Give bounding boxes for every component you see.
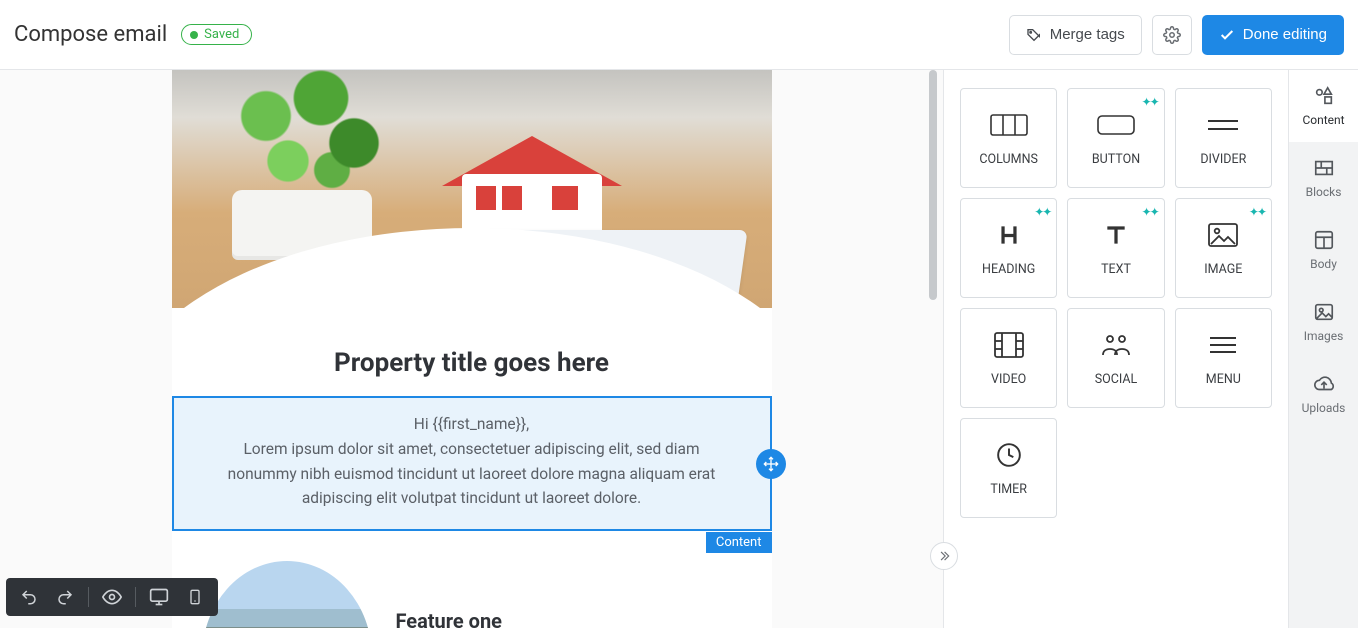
text-icon [1103,220,1129,250]
toolbar-separator [88,587,89,607]
block-social[interactable]: SOCIAL [1067,308,1164,408]
desktop-view-button[interactable] [146,584,172,610]
block-video[interactable]: VIDEO [960,308,1057,408]
ai-sparkle-icon: ✦✦ [1034,205,1050,219]
block-timer[interactable]: TIMER [960,418,1057,518]
block-label: DIVIDER [1200,152,1246,167]
block-divider[interactable]: DIVIDER [1175,88,1272,188]
saved-status-badge: Saved [181,24,252,45]
tab-uploads[interactable]: Uploads [1289,358,1358,430]
page-title: Compose email [14,22,167,47]
email-body[interactable]: Property title goes here Hi {{first_name… [172,70,772,628]
tab-label: Body [1310,257,1337,271]
desktop-icon [149,587,169,607]
property-title[interactable]: Property title goes here [172,308,772,396]
heading-icon [996,220,1022,250]
preview-button[interactable] [99,584,125,610]
tab-label: Blocks [1306,185,1342,199]
block-label: SOCIAL [1095,372,1138,387]
undo-icon [20,588,38,606]
done-editing-label: Done editing [1243,26,1327,43]
scrollbar-thumb[interactable] [929,70,937,300]
merge-tags-button[interactable]: Merge tags [1009,15,1142,55]
block-label: TEXT [1101,262,1131,277]
tab-content[interactable]: Content [1289,70,1358,142]
menu-icon [1208,330,1238,360]
collapse-panel-button[interactable] [930,542,958,570]
upload-cloud-icon [1313,373,1335,395]
content-blocks-panel: COLUMNS ✦✦ BUTTON DIVIDER ✦✦ H [943,70,1288,628]
merge-tags-label: Merge tags [1050,26,1125,43]
block-label: HEADING [982,262,1035,277]
check-icon [1219,27,1235,43]
toolbar-separator [135,587,136,607]
feature-row[interactable]: Feature one [172,531,772,628]
greeting-text[interactable]: Hi {{first_name}}, [214,412,730,437]
done-editing-button[interactable]: Done editing [1202,15,1344,55]
block-label: BUTTON [1092,152,1140,167]
social-icon [1100,330,1132,360]
block-label: MENU [1206,372,1241,387]
tag-icon [1026,27,1042,43]
image-icon [1313,301,1335,323]
block-heading[interactable]: ✦✦ HEADING [960,198,1057,298]
saved-label: Saved [204,27,239,42]
settings-button[interactable] [1152,15,1192,55]
tab-label: Uploads [1302,401,1346,415]
columns-icon [990,110,1028,140]
ai-sparkle-icon: ✦✦ [1142,205,1158,219]
block-button[interactable]: ✦✦ BUTTON [1067,88,1164,188]
header-bar: Compose email Saved Merge tags Done edit… [0,0,1358,70]
tab-blocks[interactable]: Blocks [1289,142,1358,214]
redo-button[interactable] [52,584,78,610]
side-tabs: Content Blocks Body Images Uploads [1288,70,1358,628]
block-menu[interactable]: MENU [1175,308,1272,408]
layout-icon [1313,229,1335,251]
tab-body[interactable]: Body [1289,214,1358,286]
hero-image[interactable] [172,70,772,308]
video-icon [994,330,1024,360]
ai-sparkle-icon: ✦✦ [1249,205,1265,219]
gear-icon [1163,26,1181,44]
block-text[interactable]: ✦✦ TEXT [1067,198,1164,298]
undo-button[interactable] [16,584,42,610]
block-label: IMAGE [1204,262,1242,277]
eye-icon [102,587,122,607]
tab-label: Content [1302,113,1344,127]
bricks-icon [1313,157,1335,179]
block-label: TIMER [990,482,1027,497]
move-handle[interactable] [756,449,786,479]
saved-dot-icon [190,31,198,39]
ai-sparkle-icon: ✦✦ [1142,95,1158,109]
block-label: VIDEO [991,372,1026,387]
shapes-icon [1313,85,1335,107]
redo-icon [56,588,74,606]
block-image[interactable]: ✦✦ IMAGE [1175,198,1272,298]
block-label: COLUMNS [979,152,1038,167]
timer-icon [996,440,1022,470]
move-icon [763,456,779,472]
feature-image[interactable] [202,561,372,628]
mobile-icon [187,588,203,606]
tab-images[interactable]: Images [1289,286,1358,358]
canvas-toolbar [6,578,218,616]
button-icon [1097,110,1135,140]
feature-title[interactable]: Feature one [396,609,502,628]
tab-label: Images [1304,329,1344,343]
mobile-view-button[interactable] [182,584,208,610]
selection-type-tag: Content [706,532,772,553]
selected-text-block[interactable]: Hi {{first_name}}, Lorem ipsum dolor sit… [172,396,772,531]
block-columns[interactable]: COLUMNS [960,88,1057,188]
image-icon [1208,220,1238,250]
divider-icon [1206,110,1240,140]
body-text[interactable]: Lorem ipsum dolor sit amet, consectetuer… [214,437,730,511]
chevron-right-double-icon [937,549,951,563]
editor-canvas[interactable]: Property title goes here Hi {{first_name… [0,70,943,628]
